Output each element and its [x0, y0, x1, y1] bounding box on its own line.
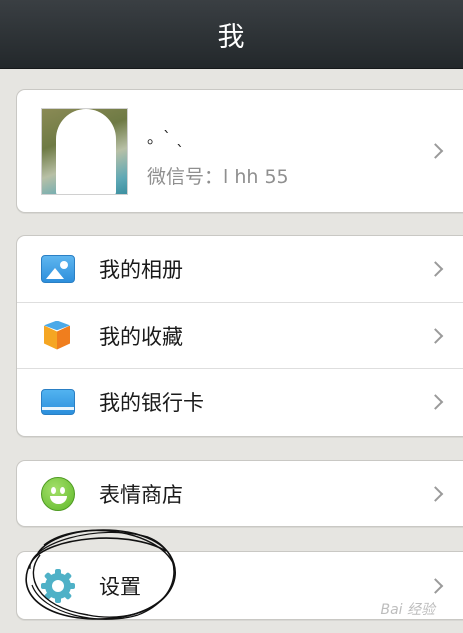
chevron-right-icon — [427, 577, 444, 594]
favorites-box-icon — [41, 320, 73, 352]
profile-card[interactable]: 。ˋ ˎ 微信号：l hh 55 — [16, 89, 463, 213]
profile-row[interactable]: 。ˋ ˎ 微信号：l hh 55 — [17, 90, 463, 212]
top-bar: 我 — [0, 0, 463, 69]
menu-item-bank-card[interactable]: 我的银行卡 — [17, 368, 463, 434]
avatar — [41, 108, 128, 195]
watermark: Bai 经验 — [380, 602, 435, 618]
menu-item-album-label: 我的相册 — [99, 258, 183, 282]
profile-wechat-id: 微信号：l hh 55 — [147, 162, 289, 189]
chevron-right-icon — [427, 485, 444, 502]
menu-item-favorites-label: 我的收藏 — [99, 324, 183, 349]
menu-item-settings-label: 设置 — [99, 574, 141, 599]
bank-card-icon — [41, 388, 75, 415]
wechat-id-value: l hh 55 — [223, 166, 289, 188]
menu-item-favorites[interactable]: 我的收藏 — [17, 302, 463, 368]
profile-nickname: 。ˋ ˎ — [147, 128, 185, 147]
sticker-group: 表情商店 — [16, 460, 463, 527]
chevron-right-icon — [427, 143, 444, 159]
menu-item-sticker-store-label: 表情商店 — [99, 482, 183, 507]
gear-icon — [41, 568, 75, 603]
smiley-icon — [41, 476, 75, 511]
wechat-id-label: 微信号： — [147, 166, 224, 188]
menu-item-bank-card-label: 我的银行卡 — [99, 390, 204, 415]
my-items-group: 我的相册 我的收藏 我的银行卡 — [16, 235, 463, 437]
chevron-right-icon — [427, 327, 444, 344]
photo-album-icon — [41, 255, 75, 283]
chevron-right-icon — [427, 261, 444, 277]
menu-item-sticker-store[interactable]: 表情商店 — [17, 461, 463, 526]
menu-item-album[interactable]: 我的相册 — [17, 236, 463, 302]
chevron-right-icon — [427, 393, 444, 410]
page-title: 我 — [217, 21, 246, 53]
